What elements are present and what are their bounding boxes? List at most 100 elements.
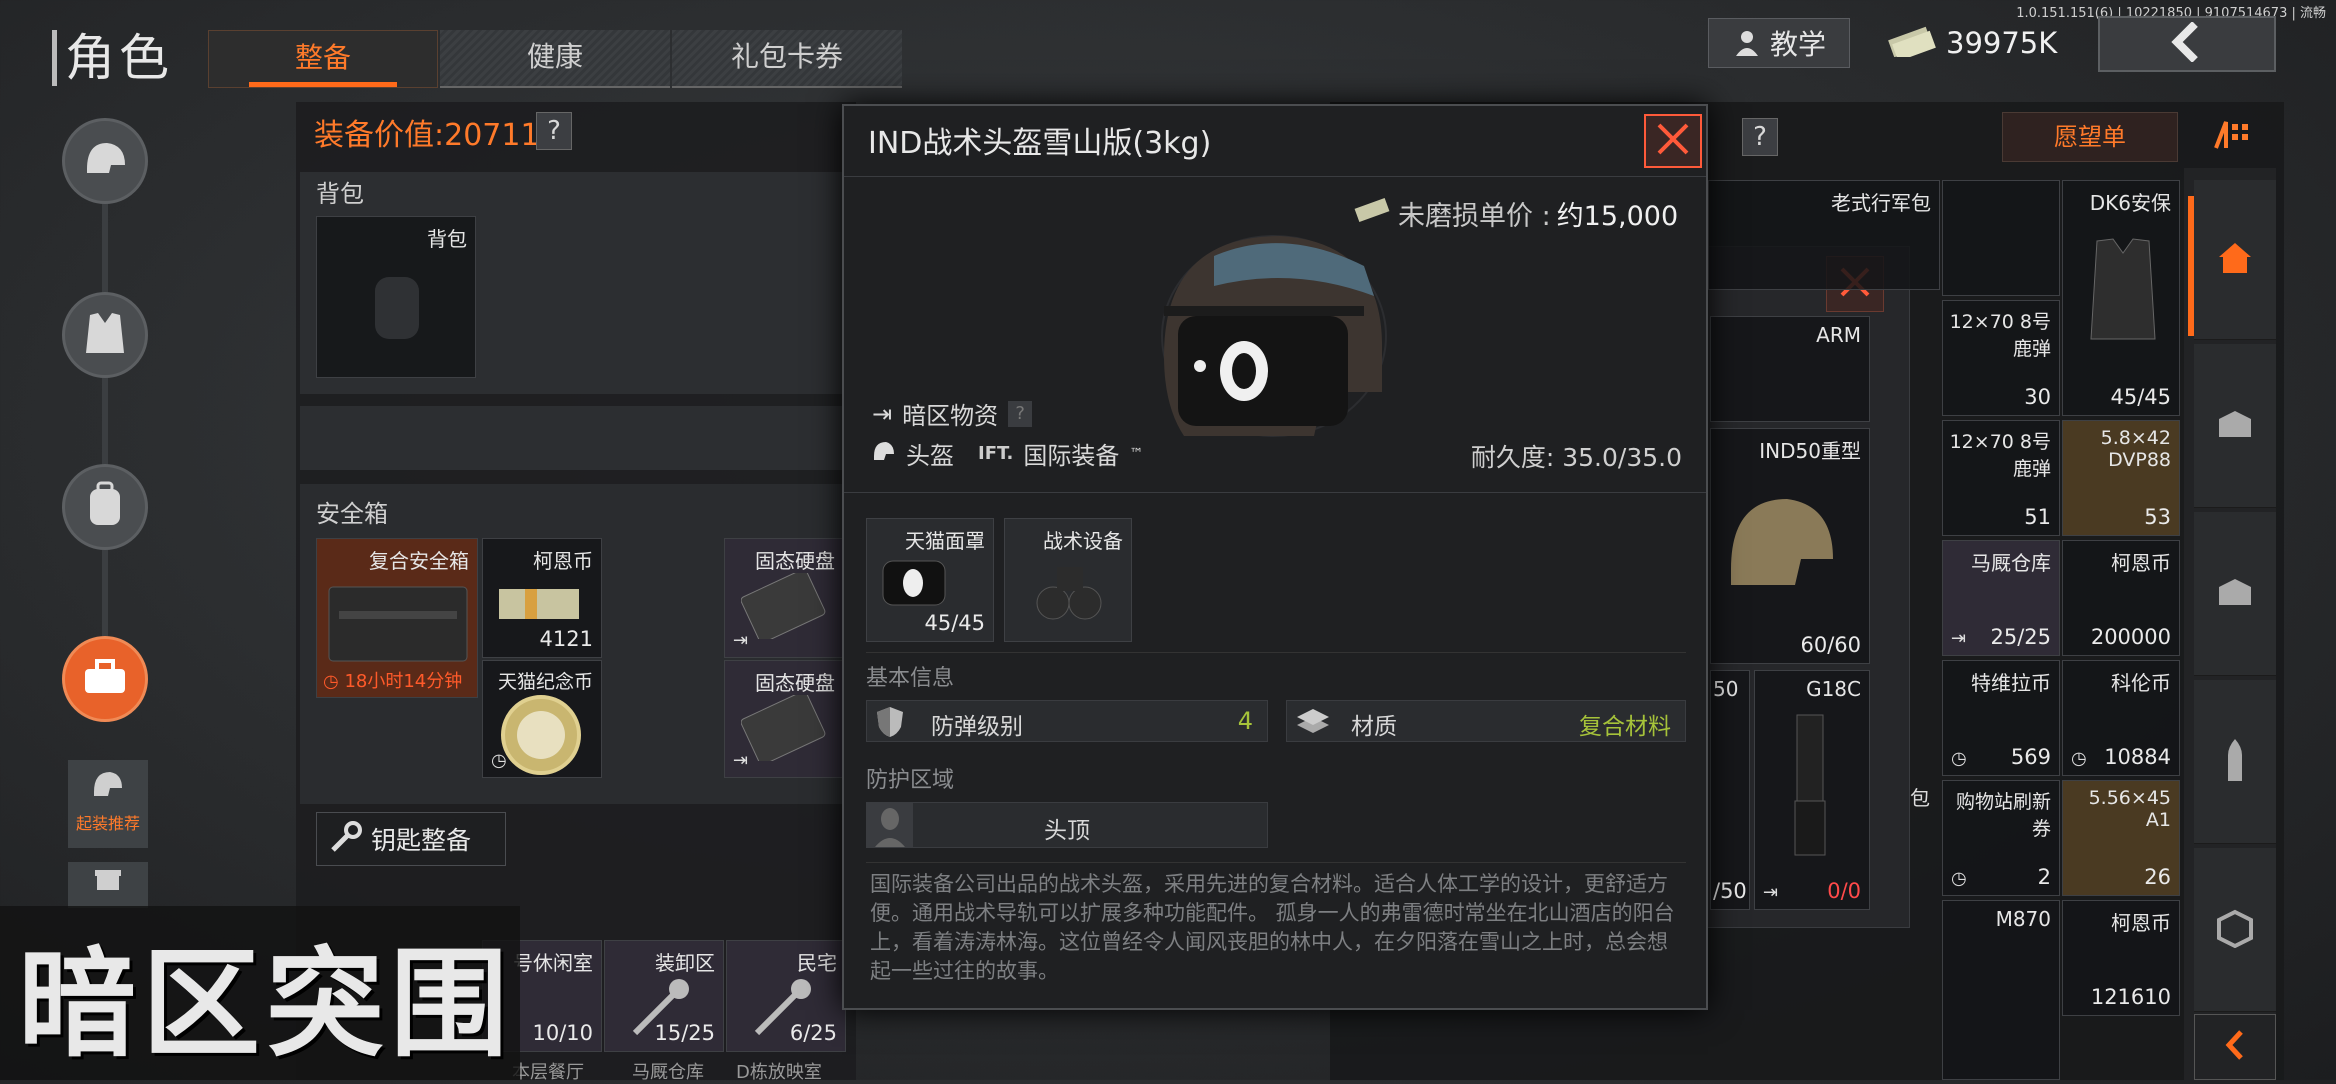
stash-slot[interactable] (1942, 180, 2060, 296)
timer-mark-icon: ◷ (491, 750, 507, 771)
backpack-slot-label: 背包 (427, 227, 467, 251)
key-slot-name: 号休闲室 (513, 951, 593, 975)
nav-backpack-button[interactable] (62, 464, 148, 550)
storage-tab[interactable] (2194, 344, 2276, 508)
armor-level-label: 防弹级别 (931, 714, 1023, 740)
partial-slot[interactable]: 50 /50 (1710, 670, 1750, 910)
weapon-slot[interactable]: ARM (1710, 316, 1870, 422)
key-row2-label: 本层餐厅 (512, 1062, 584, 1083)
attachment-slot[interactable]: 天猫面罩 45/45 (866, 518, 994, 642)
stash-slot-name: 老式行军包 (1831, 191, 1931, 215)
armor-level-value: 4 (1237, 707, 1253, 735)
key-slot[interactable]: 装卸区 15/25 (604, 940, 724, 1052)
key-loadout-button[interactable]: 钥匙整备 (316, 812, 506, 866)
stash-slot[interactable]: 特维拉币 569 ◷ (1942, 660, 2060, 776)
helmet-preview (1144, 216, 1404, 456)
helmet-slot-name: IND50重型 (1759, 439, 1861, 463)
safe-box-slot[interactable]: 复合安全箱 ◷ 18小时14分钟 (316, 538, 478, 698)
stash-help-button[interactable]: ? (1742, 118, 1778, 156)
stash-slot-count: 569 (2010, 745, 2051, 769)
armor-level-stat: 防弹级别 4 (866, 700, 1268, 742)
ammo-tab[interactable] (2194, 680, 2276, 844)
stash-slot[interactable]: 柯恩币 200000 (2062, 540, 2180, 656)
page-title: 角色 (52, 30, 173, 86)
modal-close-button[interactable] (1644, 114, 1702, 168)
partial-bag-label: 包 (1910, 786, 1930, 810)
storage-icon (2215, 577, 2255, 611)
nav-helmet-button[interactable] (62, 118, 148, 204)
stash-slot-name: DK6安保 (2089, 191, 2171, 215)
stash-slot-count: 53 (2144, 505, 2171, 529)
stash-slot[interactable]: DK6安保 45/45 (2062, 180, 2180, 416)
stash-slot-count: 30 (2024, 385, 2051, 409)
safe-item-slot[interactable]: 柯恩币 4121 (482, 538, 602, 658)
backpack-slot[interactable]: 背包 (316, 216, 476, 378)
nav-toolbox-button[interactable] (62, 636, 148, 722)
type-label: 头盔 (906, 442, 954, 470)
durability-row: 耐久度: 35.0/35.0 (1471, 438, 1682, 474)
tutorial-button[interactable]: 教学 (1708, 18, 1850, 68)
stash-slot-name: 12×70 8号鹿弹 (1949, 431, 2051, 480)
grid-sort-button[interactable] (2204, 112, 2264, 162)
key-slot[interactable]: 民宅 6/25 (726, 940, 846, 1052)
attachment-count: 45/45 (924, 611, 985, 635)
protect-area-label: 防护区域 (866, 768, 955, 793)
pistol-slot[interactable]: G18C 0/0 ⇥ (1754, 670, 1870, 910)
gift-icon (93, 870, 123, 896)
nav-vest-button[interactable] (62, 292, 148, 378)
back-button[interactable] (2098, 16, 2276, 72)
home-tab[interactable] (2194, 180, 2276, 340)
storage-tab-2[interactable] (2194, 512, 2276, 676)
helmet-slot[interactable]: IND50重型 60/60 (1710, 428, 1870, 664)
stash-slot-count: 51 (2024, 505, 2051, 529)
tab-health[interactable]: 健康 (440, 30, 670, 88)
stash-slot-name: 柯恩币 (2111, 551, 2171, 575)
safe-box-icon (325, 581, 471, 671)
night-vision-icon (1023, 559, 1113, 633)
stash-slot-count: 45/45 (2110, 385, 2171, 409)
stash-slot[interactable]: 购物站刷新券 2 ◷ (1942, 780, 2060, 896)
durability-value: 35.0/35.0 (1562, 443, 1682, 472)
tab-gift-cards[interactable]: 礼包卡券 (672, 30, 902, 88)
recommend-button[interactable]: 起装推荐 (68, 760, 148, 848)
safe-item-name: 天猫纪念币 (497, 671, 593, 693)
stash-slot[interactable]: 12×70 8号鹿弹 51 (1942, 420, 2060, 536)
chevron-left-icon (2223, 1030, 2247, 1064)
stash-slot-name: 12×70 8号鹿弹 (1949, 311, 2051, 360)
safe-item-slot[interactable]: 固态硬盘 ⇥ (724, 538, 844, 658)
material-stat: 材质 复合材料 (1286, 700, 1686, 742)
stash-slot-name: 5.8×42 DVP88 (2100, 427, 2171, 471)
stash-slot[interactable]: 科伦币 10884 ◷ (2062, 660, 2180, 776)
basic-info-divider (866, 652, 1686, 653)
collapse-button[interactable] (2194, 1014, 2276, 1080)
stash-slot-count: 25/25 (1990, 625, 2051, 649)
stash-slot[interactable]: 柯恩币 121610 (2062, 900, 2180, 1016)
wishlist-button[interactable]: 愿望单 (2002, 112, 2178, 162)
stash-slot[interactable]: M870 (1942, 900, 2060, 1080)
safe-item-slot[interactable]: 固态硬盘 ⇥ (724, 660, 844, 778)
helmet-slot-count: 60/60 (1800, 633, 1861, 657)
tab-loadout[interactable]: 整备 (208, 30, 438, 88)
attachment-name: 战术设备 (1043, 529, 1123, 553)
protect-area-value: 头顶 (1044, 818, 1090, 844)
box-tab[interactable] (2194, 848, 2276, 1012)
attachment-slot[interactable]: 战术设备 (1004, 518, 1132, 642)
ssd-icon (740, 690, 829, 766)
game-logo-text: 暗区突围 (18, 934, 515, 1073)
description-divider (866, 862, 1686, 863)
cash-icon (1888, 25, 1936, 62)
stash-slot[interactable]: 5.56×45 A1 26 (2062, 780, 2180, 896)
safe-item-slot[interactable]: 天猫纪念币 ◷ (482, 660, 602, 778)
stash-slot[interactable]: 马厩仓库 25/25 ⇥ (1942, 540, 2060, 656)
stash-slot[interactable]: 5.8×42 DVP88 53 (2062, 420, 2180, 536)
price-value: 约15,000 (1556, 201, 1679, 232)
timer-mark-icon: ◷ (2071, 748, 2087, 769)
stash-slot-count: 200000 (2090, 625, 2171, 649)
key-slot-count: 6/25 (789, 1021, 837, 1045)
stash-slot[interactable]: 老式行军包 (1708, 180, 1940, 290)
category-label: 暗区物资 (902, 402, 999, 430)
gift-button[interactable] (68, 862, 148, 908)
stash-slot[interactable]: 12×70 8号鹿弹 30 (1942, 300, 2060, 416)
loadout-help-button[interactable]: ? (536, 112, 572, 150)
category-help-button[interactable]: ? (1008, 400, 1033, 427)
